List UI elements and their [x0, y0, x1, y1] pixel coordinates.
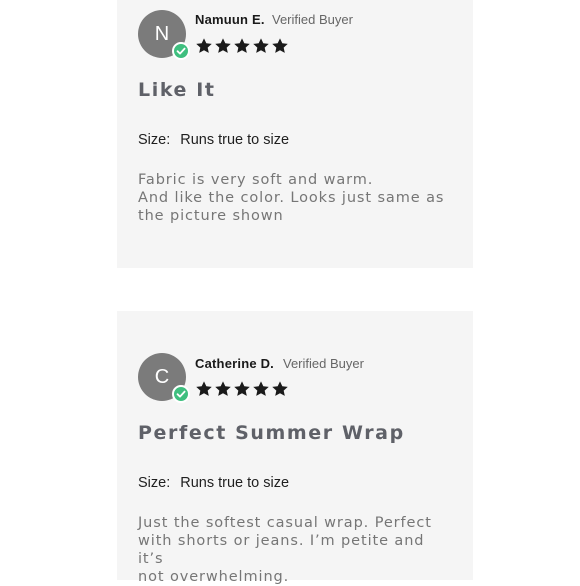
review-body: Just the softest casual wrap. Perfect wi… [138, 515, 432, 585]
size-label: Size: [138, 132, 171, 148]
star-icon [253, 38, 269, 53]
verified-check-icon [172, 385, 190, 403]
star-icon [196, 38, 212, 53]
verified-buyer-label: Verified Buyer [272, 12, 353, 27]
size-value: Runs true to size [180, 132, 290, 148]
review-card: N Namuun E. Verified Buyer Like It Size:… [117, 0, 473, 268]
star-icon [234, 38, 250, 53]
star-icon [272, 38, 288, 53]
size-value: Runs true to size [180, 475, 290, 491]
reviewer-name: Namuun E. [195, 12, 265, 27]
review-card: C Catherine D. Verified Buyer Perfect Su… [117, 311, 473, 585]
star-icon [234, 381, 250, 396]
verified-check-icon [172, 42, 190, 60]
star-icon [253, 381, 269, 396]
size-fit: Size: Runs true to size [138, 475, 289, 491]
size-fit: Size: Runs true to size [138, 132, 289, 148]
reviewer-name: Catherine D. [195, 356, 274, 371]
star-rating [195, 37, 289, 55]
avatar: C [138, 353, 190, 403]
star-rating [195, 380, 289, 398]
star-icon [215, 38, 231, 53]
review-body: Fabric is very soft and warm. And like t… [138, 172, 445, 224]
avatar-initial: C [154, 365, 170, 388]
review-title: Like It [138, 79, 216, 101]
star-icon [272, 381, 288, 396]
size-label: Size: [138, 475, 171, 491]
avatar-initial: N [154, 22, 170, 45]
verified-buyer-label: Verified Buyer [283, 356, 364, 371]
star-icon [196, 381, 212, 396]
avatar: N [138, 10, 190, 60]
star-icon [215, 381, 231, 396]
review-title: Perfect Summer Wrap [138, 422, 405, 444]
